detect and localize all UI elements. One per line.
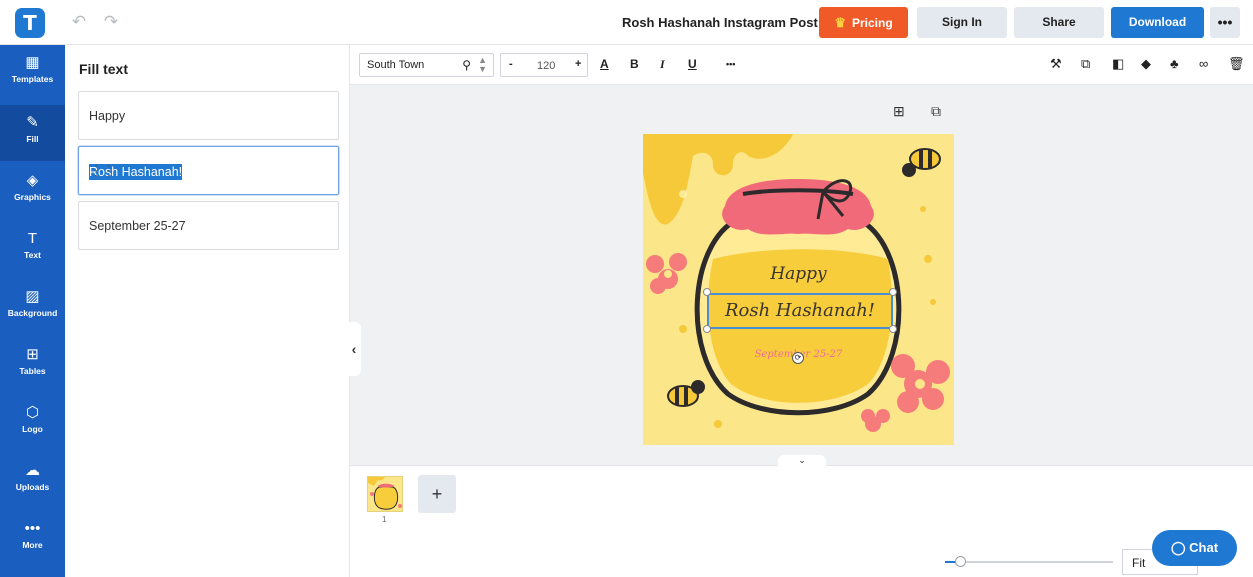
share-button[interactable]: Share: [1014, 7, 1104, 38]
fill-text-panel: Fill text Happy Rosh Hashanah! ⋮⋮ Septem…: [65, 45, 350, 577]
design-text-rosh-hashanah[interactable]: Rosh Hashanah!: [707, 293, 893, 329]
sidebar-item-text[interactable]: T Text: [0, 221, 65, 277]
document-title[interactable]: Rosh Hashanah Instagram Post: [622, 15, 818, 30]
zoom-slider[interactable]: [945, 561, 1113, 563]
text-field-value: Happy: [89, 109, 126, 123]
text-field-dates[interactable]: September 25-27: [78, 201, 339, 250]
templates-icon: ▦: [25, 54, 40, 71]
upload-cloud-icon: ☁: [25, 462, 40, 479]
sidebar: ▦ Templates ✎ Fill ◈ Graphics T Text ▨ B…: [0, 45, 65, 577]
italic-button[interactable]: I: [660, 57, 665, 72]
page-thumbnail[interactable]: [367, 476, 403, 512]
undo-icon[interactable]: ↶: [70, 12, 88, 32]
text-field-happy[interactable]: Happy: [78, 91, 339, 140]
copy-page-icon[interactable]: ⧉: [931, 103, 941, 120]
chevron-down-icon[interactable]: ⌄: [778, 455, 826, 469]
underline-button[interactable]: U: [688, 57, 697, 71]
logo-icon: ⬡: [25, 404, 40, 421]
search-icon[interactable]: ⚲: [462, 58, 471, 72]
panel-title: Fill text: [79, 61, 129, 77]
background-icon: ▨: [25, 288, 40, 305]
resize-handle[interactable]: [889, 288, 897, 296]
pricing-button[interactable]: ♛ Pricing: [819, 7, 908, 38]
text-field-rosh-hashanah[interactable]: Rosh Hashanah! ⋮⋮: [78, 146, 339, 195]
download-button[interactable]: Download: [1111, 7, 1204, 38]
duplicate-icon[interactable]: ⧉: [1081, 56, 1090, 72]
zoom-value: Fit: [1132, 556, 1146, 570]
sidebar-item-templates[interactable]: ▦ Templates: [0, 45, 65, 101]
shapes-icon: ◈: [26, 172, 39, 189]
link-icon[interactable]: ∞: [1199, 56, 1208, 71]
font-family-value: South Town: [367, 59, 425, 71]
pricing-label: Pricing: [851, 16, 893, 30]
chat-bubble-icon: ◯: [1170, 540, 1190, 555]
sidebar-item-graphics[interactable]: ◈ Graphics: [0, 163, 65, 219]
sidebar-item-label: Background: [7, 308, 58, 318]
sidebar-item-fill[interactable]: ✎ Fill: [0, 105, 65, 161]
sidebar-item-label: Graphics: [14, 192, 51, 202]
more-options-button[interactable]: •••: [1210, 7, 1240, 38]
sign-in-button[interactable]: Sign In: [917, 7, 1007, 38]
increase-size-button[interactable]: +: [575, 58, 581, 70]
crown-icon: ♛: [834, 15, 846, 30]
resize-handle[interactable]: [703, 325, 711, 333]
paint-roller-icon[interactable]: ⚒: [1050, 56, 1062, 72]
align-icon[interactable]: ♣: [1170, 56, 1179, 71]
sidebar-item-label: Templates: [11, 74, 54, 84]
sidebar-item-label: Uploads: [15, 482, 50, 492]
decrease-size-button[interactable]: -: [509, 58, 513, 70]
font-size-value[interactable]: 120: [537, 60, 555, 72]
design-artboard[interactable]: Happy Rosh Hashanah! September 25-27 ⟳: [643, 134, 954, 445]
delete-icon[interactable]: 🗑: [1228, 56, 1245, 72]
table-icon: ⊞: [26, 346, 39, 363]
text-field-value: September 25-27: [89, 219, 186, 233]
add-page-icon[interactable]: ⊞: [893, 103, 905, 120]
resize-handle[interactable]: [703, 288, 711, 296]
bold-button[interactable]: B: [630, 57, 639, 71]
sidebar-item-tables[interactable]: ⊞ Tables: [0, 337, 65, 393]
chat-label: Chat: [1189, 540, 1219, 555]
font-family-select[interactable]: South Town ⚲ ▲ ▼: [359, 53, 494, 77]
sidebar-item-logo[interactable]: ⬡ Logo: [0, 395, 65, 451]
opacity-icon[interactable]: ◆: [1141, 56, 1151, 72]
bee-bottom-left: [667, 380, 705, 407]
app-logo[interactable]: T: [15, 8, 45, 38]
sidebar-item-background[interactable]: ▨ Background: [0, 279, 65, 335]
drag-handle-icon[interactable]: ⋮⋮: [89, 162, 326, 179]
collapse-panel-button[interactable]: ‹: [347, 322, 361, 376]
pages-strip: [350, 465, 1253, 577]
sidebar-item-label: Fill: [26, 134, 39, 144]
zoom-slider-handle[interactable]: [955, 556, 966, 567]
sidebar-item-label: More: [22, 540, 43, 550]
layer-order-icon[interactable]: ◧: [1112, 56, 1124, 72]
design-text-happy[interactable]: Happy: [643, 264, 954, 284]
sidebar-item-label: Tables: [19, 366, 46, 376]
rotate-handle-icon[interactable]: ⟳: [792, 352, 804, 364]
text-color-button[interactable]: A: [600, 57, 609, 71]
text-icon: T: [27, 230, 38, 247]
sidebar-item-uploads[interactable]: ☁ Uploads: [0, 453, 65, 509]
bee-top-right: [902, 148, 941, 177]
font-size-stepper[interactable]: - 120 +: [500, 53, 588, 77]
top-bar: T ↶ ↷ Rosh Hashanah Instagram Post ♛ Pric…: [0, 0, 1253, 45]
sidebar-item-label: Text: [24, 250, 41, 260]
text-toolbar: South Town ⚲ ▲ ▼ - 120 + A B I U ••• ⚒ ⧉ …: [350, 45, 1253, 85]
sidebar-item-label: Logo: [22, 424, 43, 434]
resize-handle[interactable]: [889, 325, 897, 333]
add-page-button[interactable]: +: [418, 475, 456, 513]
font-stepper-icon[interactable]: ▲ ▼: [478, 56, 487, 74]
chat-button[interactable]: ◯ Chat: [1152, 530, 1237, 566]
more-text-options-button[interactable]: •••: [726, 59, 735, 69]
pencil-icon: ✎: [26, 114, 39, 131]
sidebar-item-more[interactable]: ••• More: [0, 511, 65, 567]
honey-jar-illustration: [643, 134, 950, 432]
undo-redo-group: ↶ ↷: [70, 12, 120, 32]
more-dots-icon: •••: [24, 520, 41, 537]
page-number: 1: [382, 515, 387, 524]
redo-icon[interactable]: ↷: [102, 12, 120, 32]
